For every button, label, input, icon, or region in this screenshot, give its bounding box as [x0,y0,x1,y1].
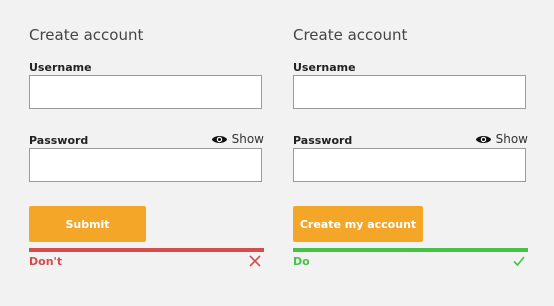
cross-icon [249,255,261,267]
username-input[interactable] [29,75,262,109]
dont-label: Don't [29,255,63,268]
show-password-toggle[interactable]: Show [211,132,264,146]
submit-button[interactable]: Submit [29,206,146,242]
eye-icon [475,135,491,143]
password-label: Password [293,134,353,147]
username-label: Username [29,61,92,74]
username-input[interactable] [293,75,526,109]
password-label: Password [29,134,89,147]
form-title: Create account [293,26,408,44]
form-title: Create account [29,26,144,44]
show-password-toggle[interactable]: Show [475,132,528,146]
password-input[interactable] [29,148,262,182]
check-icon [513,256,525,267]
eye-icon [211,135,227,143]
do-example-panel: Create account Username Password Show Cr… [293,0,528,306]
do-label: Do [293,255,310,268]
dont-divider [29,248,264,252]
username-label: Username [293,61,356,74]
show-label: Show [495,132,528,146]
do-divider [293,248,528,252]
create-account-button[interactable]: Create my account [293,206,423,242]
dont-example-panel: Create account Username Password Show Su… [29,0,264,306]
show-label: Show [231,132,264,146]
password-input[interactable] [293,148,526,182]
